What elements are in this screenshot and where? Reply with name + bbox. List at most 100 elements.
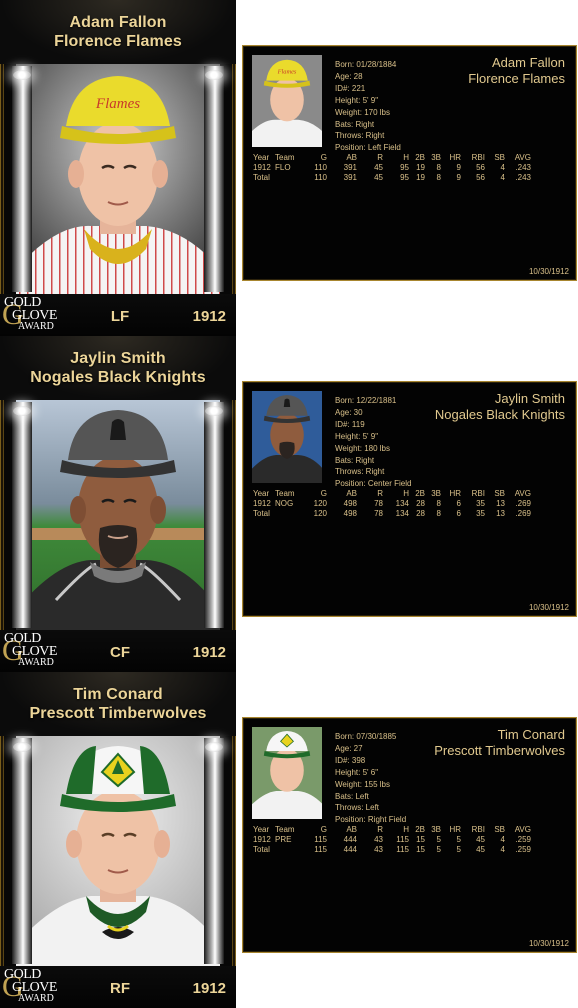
stat-cell [275, 173, 297, 183]
card-player-name: Adam Fallon [69, 14, 167, 31]
stat-cell: 4 [500, 163, 505, 172]
stat-cell: HR [449, 153, 461, 162]
player-photo: Flames [16, 64, 220, 294]
stat-cell: 3B [431, 825, 441, 834]
stats-panel: Born: 12/22/1881 Age: 30 ID#: 119 Height… [242, 381, 577, 617]
stat-cell: 498 [343, 509, 357, 518]
stat-cell: 444 [343, 845, 357, 854]
player-entry-adam-fallon: Adam Fallon Florence Flames Flames G GOL… [0, 0, 578, 336]
bio-height: Height: 5' 9" [335, 431, 379, 441]
stat-cell: AB [346, 825, 357, 834]
stat-cell: Team [275, 489, 295, 498]
stat-cell: .243 [515, 173, 531, 182]
stat-cell: 45 [476, 845, 485, 854]
stat-cell: 110 [314, 163, 327, 172]
stat-cell: G [320, 825, 327, 834]
panel-player-name: Tim Conard [497, 727, 565, 742]
card-player-name: Tim Conard [73, 686, 163, 703]
stat-cell: 120 [313, 499, 327, 508]
spotlight-right [204, 402, 224, 628]
stat-cell: SB [494, 489, 505, 498]
stats-header-row: Year Team G AB R H 2B 3B HR RBI SB AVG [253, 489, 531, 499]
panel-date: 10/30/1912 [528, 267, 569, 276]
stat-cell: 78 [374, 509, 383, 518]
stat-cell: 110 [314, 173, 327, 182]
stat-cell: 498 [343, 499, 357, 508]
stat-cell [275, 509, 297, 519]
stat-cell: AVG [514, 153, 531, 162]
spotlight-left [12, 402, 32, 628]
stat-cell: 13 [496, 499, 505, 508]
stat-cell: .259 [515, 835, 531, 844]
stat-cell: 391 [343, 173, 357, 182]
stat-cell: .243 [515, 163, 531, 172]
bio-height: Height: 5' 6" [335, 767, 379, 777]
gold-glove-award-logo: G GOLD GLOVE AWARD [2, 967, 57, 1004]
spotlight-left [12, 738, 32, 964]
light-bulb [13, 406, 31, 416]
card-header [0, 672, 236, 736]
stat-cell: 115 [396, 845, 409, 854]
stat-cell: Total [253, 509, 270, 518]
light-bulb [205, 742, 223, 752]
svg-text:Flames: Flames [277, 68, 297, 75]
stat-cell: 43 [374, 835, 383, 844]
bio-throws: Throws: Left [335, 803, 380, 813]
stat-cell: 4 [500, 835, 505, 844]
stats-row: 1912 PRE 115 444 43 115 15 5 5 45 4 .259 [253, 835, 531, 845]
stat-cell: 120 [313, 509, 327, 518]
cap-logo-text: Flames [95, 96, 140, 112]
stat-cell: 43 [374, 845, 383, 854]
bio-age: Age: 28 [335, 71, 363, 81]
stat-cell: 8 [436, 173, 441, 182]
stat-cell: 13 [496, 509, 505, 518]
stat-cell: 9 [456, 173, 461, 182]
stat-cell: 8 [436, 499, 441, 508]
stat-cell: G [320, 153, 327, 162]
stat-cell: 115 [314, 835, 327, 844]
stats-row: 1912 NOG 120 498 78 134 28 8 6 35 13 .269 [253, 499, 531, 509]
stats-row: Total 110 391 45 95 19 8 9 56 4 .243 [253, 173, 531, 183]
card-header [0, 336, 236, 400]
player-bio: Born: 12/22/1881 Age: 30 ID#: 119 Height… [335, 395, 411, 490]
stat-cell: 95 [400, 173, 409, 182]
stat-cell: 45 [374, 173, 383, 182]
player-thumbnail [252, 727, 322, 819]
stat-cell: SB [494, 825, 505, 834]
bio-weight: Weight: 170 lbs [335, 107, 390, 117]
stat-cell: SB [494, 153, 505, 162]
stat-cell: Team [275, 825, 295, 834]
stat-cell: 56 [476, 163, 485, 172]
panel-date: 10/30/1912 [528, 939, 569, 948]
card-year: 1912 [192, 308, 226, 325]
stat-cell: G [320, 489, 327, 498]
light-bulb [205, 70, 223, 80]
gold-glove-award-logo: G GOLD GLOVE AWARD [2, 295, 57, 332]
stat-cell: 56 [476, 173, 485, 182]
bio-id: ID#: 221 [335, 83, 366, 93]
player-card: Jaylin Smith Nogales Black Knights G GOL… [0, 336, 236, 672]
spotlight-right [204, 66, 224, 292]
stats-header-row: Year Team G AB R H 2B 3B HR RBI SB AVG [253, 825, 531, 835]
stat-cell: 3B [431, 489, 441, 498]
bio-bats: Bats: Right [335, 119, 375, 129]
stat-cell: 19 [416, 163, 425, 172]
stat-cell: 19 [416, 173, 425, 182]
stat-cell: 1912 [253, 499, 271, 508]
stat-cell: .269 [515, 509, 531, 518]
card-header [0, 0, 236, 64]
bio-bats: Bats: Right [335, 455, 375, 465]
bio-weight: Weight: 155 lbs [335, 779, 390, 789]
bio-id: ID#: 398 [335, 755, 366, 765]
card-position: RF [110, 980, 130, 997]
stat-cell: 15 [416, 845, 425, 854]
stat-cell: 45 [476, 835, 485, 844]
stats-panel: Flames Born: 01/28/1884 Age: 28 ID#: 221… [242, 45, 577, 281]
stats-row: Total 120 498 78 134 28 8 6 35 13 .269 [253, 509, 531, 519]
stat-cell: 45 [374, 163, 383, 172]
stat-cell: 15 [416, 835, 425, 844]
stat-cell: Total [253, 845, 270, 854]
stat-cell: 6 [456, 509, 461, 518]
stat-cell: 5 [456, 835, 461, 844]
stat-cell: 35 [476, 509, 485, 518]
